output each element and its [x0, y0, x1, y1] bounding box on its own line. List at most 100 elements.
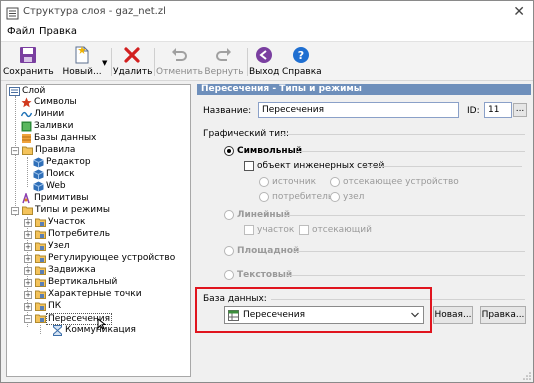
- section-checkbox-label: участок: [257, 225, 295, 235]
- properties-panel: Пересечения - Типы и режимы Название: Пе…: [197, 84, 531, 377]
- toolbar: Сохранить Новый... ▼ Удалить Отменить Ве…: [1, 41, 533, 81]
- save-button[interactable]: Сохранить: [3, 44, 54, 80]
- tree-label: Web: [46, 181, 66, 191]
- tree-label: Базы данных: [34, 133, 97, 143]
- close-icon[interactable]: ✕: [513, 4, 525, 20]
- radio-symbolic[interactable]: [224, 146, 234, 156]
- folder-icon: [22, 146, 33, 155]
- radio-consumer[interactable]: [259, 192, 269, 202]
- graphic-type-label: Графический тип:: [203, 129, 290, 139]
- eng-object-checkbox[interactable]: [244, 161, 254, 171]
- groupbox-border: [297, 151, 525, 152]
- delete-button[interactable]: Удалить: [113, 44, 153, 80]
- groupbox-border: [287, 275, 525, 276]
- radio-text[interactable]: [224, 270, 234, 280]
- collapse-icon[interactable]: −: [11, 207, 19, 215]
- expand-icon[interactable]: +: [24, 255, 32, 263]
- groupbox-border: [293, 251, 525, 252]
- expand-icon[interactable]: +: [24, 231, 32, 239]
- new-database-button[interactable]: Новая...: [433, 306, 473, 324]
- radio-symbolic-label: Символьный: [237, 146, 303, 156]
- expand-icon[interactable]: +: [24, 267, 32, 275]
- name-label: Название:: [203, 106, 252, 116]
- id-browse-button[interactable]: ...: [513, 103, 527, 117]
- tree-label: Редактор: [46, 157, 91, 167]
- redo-label: Вернуть: [204, 67, 244, 77]
- shutoff-checkbox-label: отсекающий: [312, 225, 372, 235]
- menu-edit[interactable]: Правка: [39, 26, 77, 37]
- layer-icon: [9, 87, 20, 96]
- resize-grip-icon[interactable]: [523, 372, 531, 380]
- radio-linear[interactable]: [224, 210, 234, 220]
- folder-icon: [22, 206, 33, 215]
- radio-source-label: источник: [272, 177, 317, 187]
- tree-label: Потребитель: [48, 229, 111, 239]
- layer-structure-icon: [6, 7, 19, 20]
- groupbox-border: [281, 134, 525, 135]
- tree-label: Узел: [48, 241, 70, 251]
- section-checkbox[interactable]: [244, 225, 254, 235]
- panel-header: Пересечения - Типы и режимы: [197, 84, 531, 95]
- tree-connector: [15, 96, 16, 216]
- expand-icon[interactable]: +: [24, 279, 32, 287]
- exit-label: Выход: [249, 67, 280, 77]
- help-label: Справка: [282, 67, 322, 77]
- redo-button[interactable]: Вернуть: [203, 44, 245, 80]
- menu-file[interactable]: Файл: [7, 26, 35, 37]
- toolbar-separator: [111, 48, 112, 76]
- edit-database-button[interactable]: Правка...: [480, 306, 526, 324]
- tree-label: Регулирующее устройство: [48, 253, 176, 263]
- svg-text:?: ?: [298, 49, 304, 62]
- toolbar-separator: [247, 48, 248, 76]
- expand-icon[interactable]: +: [24, 219, 32, 227]
- id-label: ID:: [467, 106, 480, 116]
- type-folder-icon: [35, 314, 46, 323]
- collapse-icon[interactable]: −: [11, 147, 19, 155]
- exit-button[interactable]: Выход: [249, 44, 279, 80]
- help-icon: ?: [293, 47, 309, 63]
- type-folder-icon: [35, 302, 46, 311]
- delete-label: Удалить: [113, 67, 153, 77]
- expand-icon[interactable]: +: [24, 303, 32, 311]
- help-button[interactable]: ? Справка: [282, 44, 322, 80]
- radio-area[interactable]: [224, 246, 234, 256]
- tree-connector: [27, 157, 28, 187]
- delete-icon: [124, 47, 140, 63]
- collapse-icon[interactable]: −: [24, 315, 32, 323]
- expand-icon[interactable]: +: [24, 291, 32, 299]
- save-label: Сохранить: [3, 67, 54, 77]
- radio-node[interactable]: [330, 192, 340, 202]
- shutoff-checkbox[interactable]: [299, 225, 309, 235]
- layer-tree[interactable]: Слой Символы Линии Заливки Базы данных −…: [6, 84, 191, 377]
- expand-icon[interactable]: +: [24, 243, 32, 251]
- type-folder-icon: [35, 266, 46, 275]
- type-folder-icon: [35, 242, 46, 251]
- star-icon: [21, 97, 32, 108]
- radio-area-label: Площадной: [237, 246, 300, 256]
- toolbar-separator: [154, 48, 155, 76]
- cube-icon: [33, 181, 44, 192]
- id-field[interactable]: 11: [484, 102, 512, 118]
- new-button[interactable]: Новый...: [57, 44, 107, 80]
- window-title: Структура слоя - gaz_net.zl: [23, 6, 166, 17]
- tree-label: ПК: [48, 301, 62, 311]
- tree-label: Правила: [35, 145, 76, 155]
- tree-label: Характерные точки: [48, 289, 142, 299]
- undo-button[interactable]: Отменить: [156, 44, 203, 80]
- groupbox-border: [362, 166, 522, 167]
- radio-text-label: Текстовый: [237, 270, 293, 280]
- new-dropdown-arrow-icon[interactable]: ▼: [102, 59, 107, 67]
- new-document-icon: [75, 46, 89, 64]
- fill-icon: [21, 121, 32, 132]
- name-field[interactable]: Пересечения: [258, 102, 459, 118]
- undo-icon: [172, 48, 187, 61]
- exit-icon: [256, 47, 272, 63]
- radio-source[interactable]: [259, 177, 269, 187]
- primitives-icon: [22, 193, 30, 204]
- groupbox-border: [283, 215, 525, 216]
- radio-shutoff-device[interactable]: [330, 177, 340, 187]
- cube-icon: [33, 157, 44, 168]
- type-folder-icon: [35, 278, 46, 287]
- tree-connector: [40, 325, 41, 334]
- main-window: Структура слоя - gaz_net.zl ✕ Файл Правк…: [0, 0, 534, 383]
